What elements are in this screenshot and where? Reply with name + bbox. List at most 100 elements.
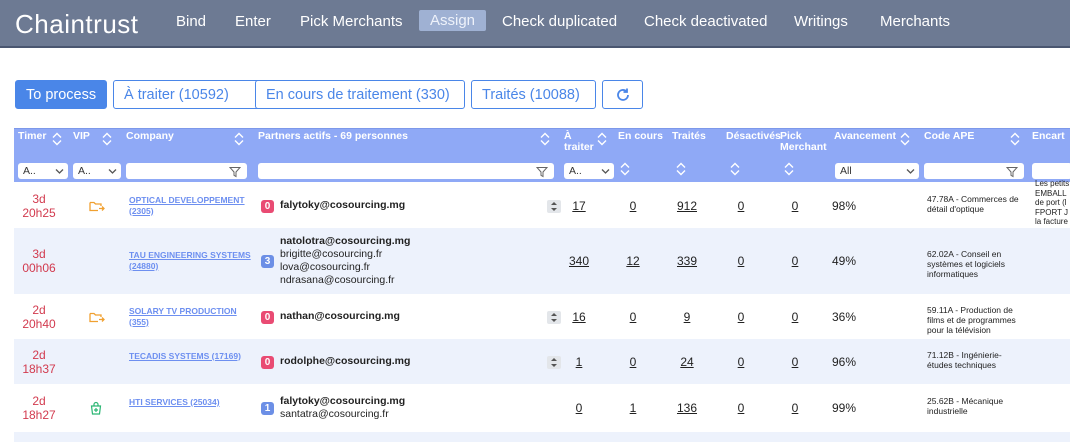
col-code-ape[interactable]: Code APE: [924, 131, 974, 142]
table-row[interactable]: 3d 20h25 OPTICAL DEVELOPPEMENT (2305) 0 faly…: [14, 179, 1070, 228]
refresh-button[interactable]: [602, 80, 643, 109]
nav-check-deactivated[interactable]: Check deactivated: [644, 12, 767, 31]
col-vip[interactable]: VIP: [73, 131, 90, 142]
a-traiter-count[interactable]: 0: [559, 401, 599, 415]
avancement-value: 99%: [832, 401, 857, 415]
partner-count-badge: 0: [261, 310, 274, 324]
sort-icon[interactable]: [1010, 132, 1020, 146]
nav-enter[interactable]: Enter: [235, 12, 271, 31]
filter-code-ape-input[interactable]: [924, 163, 1024, 179]
table-row[interactable]: 2d 20h40 SOLARY TV PRODUCTION (355) 0 nathan…: [14, 294, 1070, 339]
sort-icon[interactable]: [900, 132, 910, 146]
company-link[interactable]: TAU ENGINEERING SYSTEMS (24880): [129, 250, 254, 272]
partner-count-badge: 0: [261, 355, 274, 369]
tab-to-process[interactable]: To process: [15, 80, 107, 109]
desactives-count[interactable]: 0: [721, 355, 761, 369]
sort-icon[interactable]: [730, 162, 740, 176]
avancement-value: 98%: [832, 198, 857, 213]
traites-count[interactable]: 912: [667, 199, 707, 213]
filter-a-traiter[interactable]: A..: [564, 163, 614, 179]
sort-icon[interactable]: [676, 162, 686, 176]
traites-count[interactable]: 136: [667, 401, 707, 415]
partner-email: falytoky@cosourcing.mg: [280, 199, 406, 211]
a-traiter-count[interactable]: 17: [559, 199, 599, 213]
code-ape-value: 47.78A - Commerces de détail d'optique: [927, 193, 1019, 214]
company-link[interactable]: OPTICAL DEVELOPPEMENT (2305): [129, 195, 254, 217]
sort-icon[interactable]: [784, 162, 794, 176]
funnel-icon: [1005, 165, 1019, 183]
traites-count[interactable]: 24: [667, 355, 707, 369]
sort-icon[interactable]: [597, 132, 607, 146]
nav-writings[interactable]: Writings: [794, 12, 848, 31]
partner-email: rodolphe@cosourcing.mg: [280, 355, 411, 367]
en-cours-count[interactable]: 0: [613, 355, 653, 369]
col-timer[interactable]: Timer: [18, 131, 46, 142]
encart-value: Les petits EMBALL de port (l FPORT J la …: [1035, 179, 1070, 226]
en-cours-count[interactable]: 12: [613, 254, 653, 268]
avancement-value: 96%: [832, 354, 857, 369]
company-link[interactable]: HTI SERVICES (25034): [129, 397, 254, 408]
company-link[interactable]: TECADIS SYSTEMS (17169): [129, 351, 254, 362]
table-row[interactable]: 3d 00h06 TAU ENGINEERING SYSTEMS (24880) 3 n…: [14, 228, 1070, 294]
sort-icon[interactable]: [52, 132, 62, 146]
col-pick-merchant[interactable]: Pick Merchant: [780, 131, 830, 153]
pick-merchant-count[interactable]: 0: [775, 199, 815, 213]
partner-email: ndrasana@cosourcing.fr: [280, 274, 395, 286]
pick-merchant-count[interactable]: 0: [775, 355, 815, 369]
table-row[interactable]: 2d 18h37 TECADIS SYSTEMS (17169) 0 rodolphe@…: [14, 339, 1070, 384]
desactives-count[interactable]: 0: [721, 401, 761, 415]
avancement-value: 49%: [832, 254, 857, 268]
timer-cell: 2d 20h40: [22, 302, 56, 331]
folder-arrow-icon[interactable]: [89, 310, 105, 329]
filter-vip[interactable]: A..: [73, 163, 121, 179]
bag-plus-icon[interactable]: [89, 401, 103, 420]
traites-count[interactable]: 9: [667, 310, 707, 324]
chevron-down-icon: [601, 166, 610, 178]
col-encart[interactable]: Encart: [1032, 131, 1065, 142]
en-cours-count[interactable]: 0: [613, 199, 653, 213]
traites-count[interactable]: 339: [667, 254, 707, 268]
nav-pick-merchants[interactable]: Pick Merchants: [300, 12, 403, 31]
col-a-traiter[interactable]: À traiter: [564, 131, 598, 153]
en-cours-count[interactable]: 0: [613, 310, 653, 324]
sort-icon[interactable]: [620, 162, 630, 176]
nav-bind[interactable]: Bind: [176, 12, 206, 31]
desactives-count[interactable]: 0: [721, 199, 761, 213]
col-avancement[interactable]: Avancement: [834, 131, 896, 142]
filter-timer[interactable]: A..: [18, 163, 68, 179]
nav-check-duplicated[interactable]: Check duplicated: [502, 12, 617, 31]
filter-avancement[interactable]: All: [835, 163, 919, 179]
pick-merchant-count[interactable]: 0: [775, 254, 815, 268]
nav-merchants[interactable]: Merchants: [880, 12, 950, 31]
partner-count-badge: 1: [261, 402, 274, 415]
pick-merchant-count[interactable]: 0: [775, 401, 815, 415]
sort-icon[interactable]: [540, 132, 550, 146]
col-desactives[interactable]: Désactivés: [726, 131, 781, 142]
nav-assign[interactable]: Assign: [419, 10, 487, 31]
sort-icon[interactable]: [234, 132, 244, 146]
pick-merchant-count[interactable]: 0: [775, 310, 815, 324]
table-row[interactable]: 2d 18h27 HTI SERVICES (25034) 1 falytoky@cos…: [14, 384, 1070, 432]
app-logo[interactable]: Chaintrust: [15, 9, 139, 40]
a-traiter-count[interactable]: 16: [559, 310, 599, 324]
a-traiter-count[interactable]: 1: [559, 355, 599, 369]
folder-arrow-icon[interactable]: [89, 199, 105, 218]
timer-cell: 3d 20h25: [22, 191, 56, 220]
tab-en-cours[interactable]: En cours de traitement (330): [255, 80, 465, 109]
filter-company-input[interactable]: [126, 163, 247, 179]
col-en-cours[interactable]: En cours: [618, 131, 663, 142]
code-ape-value: 62.02A - Conseil en systèmes et logiciel…: [927, 249, 1005, 279]
filter-partners-input[interactable]: [258, 163, 554, 179]
a-traiter-count[interactable]: 340: [559, 254, 599, 268]
col-company[interactable]: Company: [126, 131, 174, 142]
desactives-count[interactable]: 0: [721, 254, 761, 268]
company-link[interactable]: SOLARY TV PRODUCTION (355): [129, 306, 254, 328]
tab-traites[interactable]: Traités (10088): [471, 80, 596, 109]
en-cours-count[interactable]: 1: [613, 401, 653, 415]
tab-a-traiter[interactable]: À traiter (10592): [113, 80, 262, 109]
col-partners[interactable]: Partners actifs - 69 personnes: [258, 131, 408, 142]
col-traites[interactable]: Traités: [672, 131, 706, 142]
desactives-count[interactable]: 0: [721, 310, 761, 324]
filter-encart-input[interactable]: [1032, 163, 1070, 179]
sort-icon[interactable]: [102, 132, 112, 146]
